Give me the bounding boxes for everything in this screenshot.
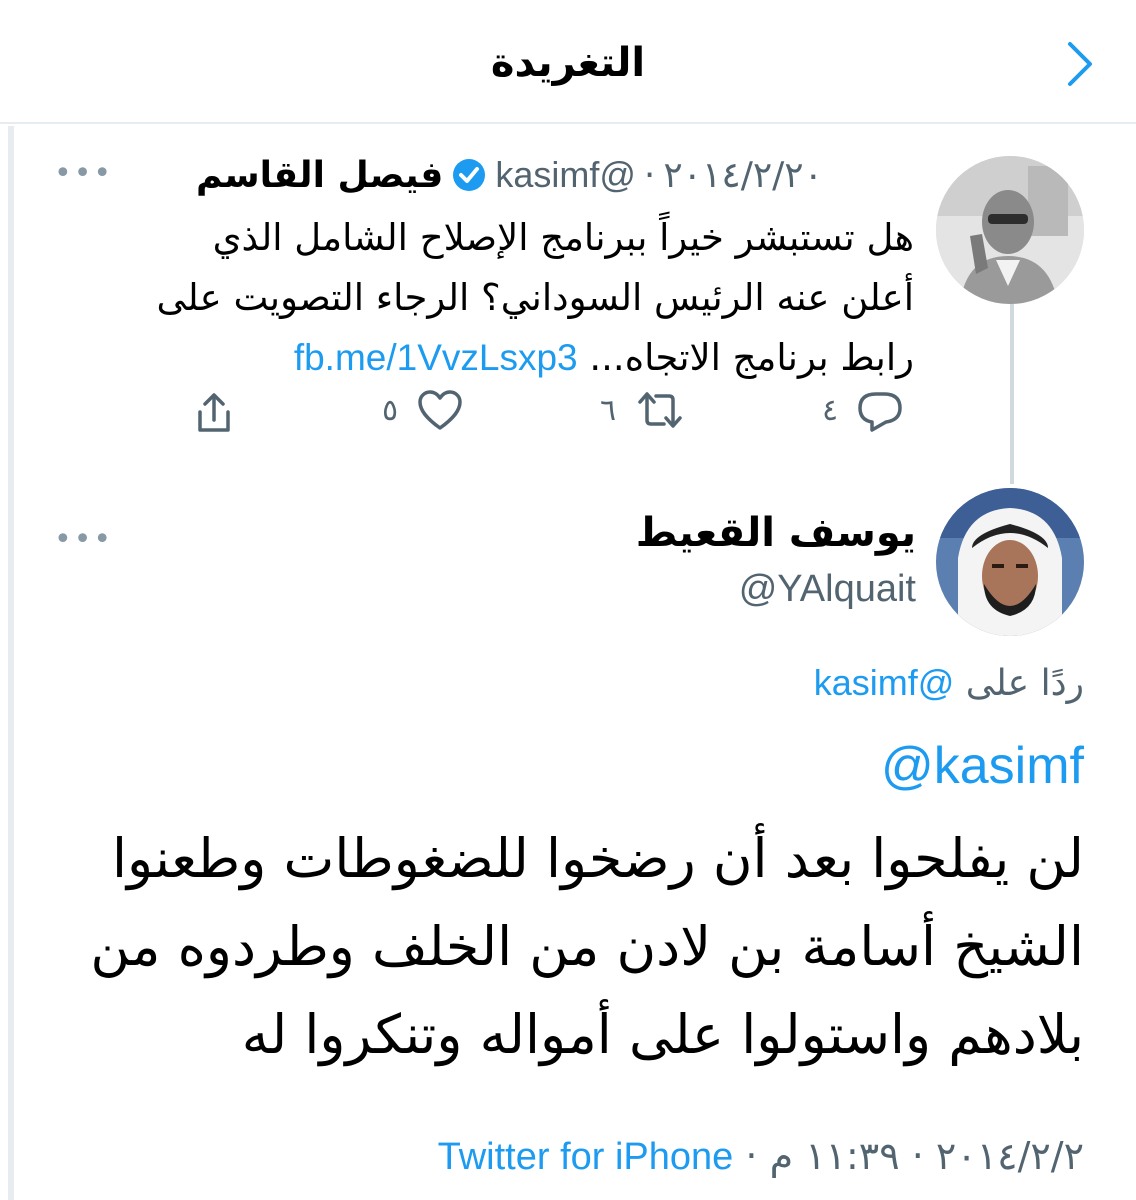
- heart-icon: [418, 390, 462, 430]
- back-button[interactable]: [1052, 36, 1108, 92]
- page-title: التغريدة: [490, 40, 646, 86]
- thread-connector-line: [1010, 304, 1014, 484]
- reply-count: ٤: [822, 392, 839, 428]
- tweet-text-line-with-link: رابط برنامج الاتجاه... fb.me/1VvzLsxp3: [74, 328, 914, 388]
- tweet-link[interactable]: fb.me/1VvzLsxp3: [294, 337, 578, 378]
- share-icon: [198, 393, 230, 432]
- tweet-text-tail: رابط برنامج الاتجاه...: [589, 336, 914, 379]
- author-handle[interactable]: @YAlquait: [739, 568, 916, 611]
- more-options-button[interactable]: •••: [54, 522, 113, 557]
- reply-button[interactable]: ٤: [822, 388, 904, 432]
- like-count: ٥: [382, 392, 399, 428]
- tweet-body-line: الشيخ أسامة بن لادن من الخلف وطردوه من: [90, 915, 1084, 978]
- author-handle[interactable]: @kasimf: [495, 154, 636, 196]
- mention-link[interactable]: @kasimf: [881, 736, 1084, 796]
- avatar-image: [936, 488, 1084, 636]
- scroll-edge-divider: [8, 126, 14, 1200]
- tweet-metadata: ٢٠١٤/٢/٢ · ١١:٣٩ م · Twitter for iPhone: [438, 1134, 1084, 1179]
- like-button[interactable]: ٥: [382, 388, 464, 432]
- tweet-date: ٢٠١٤/٢/٢: [935, 1134, 1084, 1178]
- tweet1-header: فيصل القاسم @kasimf · ٢٠١٤/٢/٢٠: [196, 150, 916, 200]
- meta-separator: ·: [745, 1134, 758, 1178]
- replying-to-handle[interactable]: @kasimf: [814, 662, 955, 703]
- retweet-icon: [638, 392, 682, 428]
- tweet-body-line: لن يفلحوا بعد أن رضخوا للضغوطات وطعنوا: [112, 827, 1084, 890]
- tweet-text-line: هل تستبشر خيراً ببرنامج الإصلاح الشامل ا…: [212, 216, 914, 259]
- tweet-body-line: بلادهم واستولوا على أمواله وتنكروا له: [241, 1003, 1084, 1066]
- meta-separator: ·: [911, 1134, 924, 1178]
- avatar-faisal[interactable]: [936, 156, 1084, 304]
- verified-badge-icon: [453, 159, 486, 191]
- comment-icon: [858, 392, 902, 432]
- tweet-source[interactable]: Twitter for iPhone: [438, 1136, 734, 1178]
- tweet1-actions: ٥ ٦ ٤: [190, 388, 920, 438]
- replying-to: ردًا على @kasimf: [814, 662, 1084, 704]
- chevron-right-icon: [1068, 42, 1092, 86]
- author-name[interactable]: فيصل القاسم: [196, 155, 443, 196]
- tweet-date[interactable]: ٢٠١٤/٢/٢٠: [663, 155, 823, 196]
- retweet-button[interactable]: ٦: [600, 388, 686, 432]
- tweet2-body: لن يفلحوا بعد أن رضخوا للضغوطات وطعنوا ا…: [34, 815, 1084, 1079]
- share-button[interactable]: [190, 390, 238, 436]
- avatar-yousef[interactable]: [936, 488, 1084, 636]
- avatar-image: [936, 156, 1084, 304]
- top-bar: التغريدة: [0, 0, 1136, 124]
- author-name[interactable]: يوسف القعيط: [636, 510, 916, 556]
- retweet-count: ٦: [600, 392, 617, 428]
- tweet-text-line: أعلن عنه الرئيس السوداني؟ الرجاء التصويت…: [156, 276, 914, 319]
- tweet-separator: ·: [643, 154, 656, 196]
- tweet-time: ١١:٣٩ م: [769, 1134, 900, 1178]
- replying-to-label: ردًا على: [965, 663, 1084, 704]
- tweet1-text: هل تستبشر خيراً ببرنامج الإصلاح الشامل ا…: [74, 208, 914, 388]
- more-options-button[interactable]: •••: [54, 156, 113, 191]
